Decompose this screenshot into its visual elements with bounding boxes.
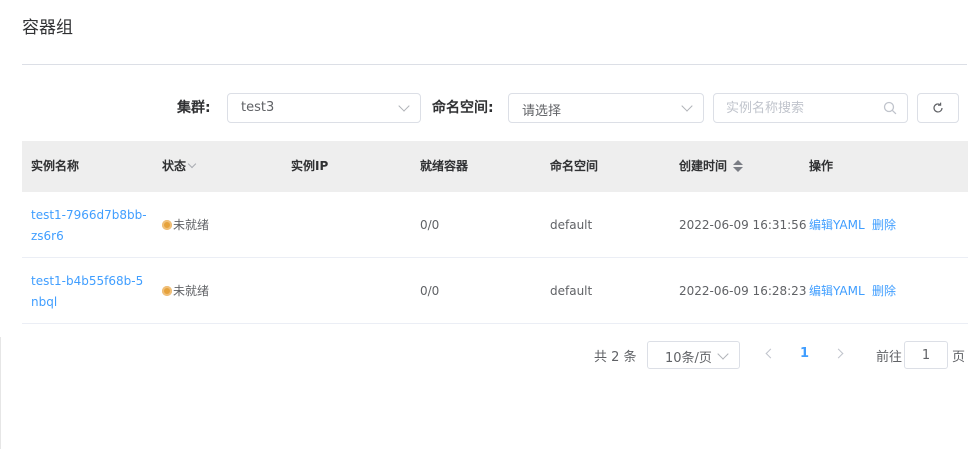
header-ready: 就绪容器 xyxy=(420,159,469,173)
created-cell: 2022-06-09 16:31:56 xyxy=(679,218,807,232)
goto-page-input[interactable] xyxy=(904,341,948,369)
search-icon[interactable] xyxy=(883,101,897,115)
table-header: 实例名称 状态 实例IP 就绪容器 命名空间 创建时间 操作 xyxy=(22,141,968,192)
left-edge-divider xyxy=(0,337,1,449)
title-divider xyxy=(22,64,967,65)
filter-caret-icon[interactable] xyxy=(187,159,197,169)
sort-icon[interactable] xyxy=(733,159,744,173)
ready-cell: 0/0 xyxy=(420,218,440,232)
cluster-label: 集群: xyxy=(177,100,211,116)
delete-link[interactable]: 删除 xyxy=(872,283,896,299)
header-created-label: 创建时间 xyxy=(679,159,728,173)
search-box[interactable] xyxy=(713,93,908,123)
status-cell: 未就绪 xyxy=(162,217,209,233)
ready-cell: 0/0 xyxy=(420,284,440,298)
warning-status-icon xyxy=(162,219,172,230)
page-size-value: 10条/页 xyxy=(665,351,712,366)
next-page-button[interactable] xyxy=(833,348,844,359)
table-row: test1-b4b55f68b-5nbql 未就绪 0/0 default 20… xyxy=(22,258,968,324)
status-cell: 未就绪 xyxy=(162,283,209,299)
header-status-label: 状态 xyxy=(162,159,187,173)
pod-list-page: 容器组 集群: test3 命名空间: 请选择 实例名称 状态 实例IP 就绪容… xyxy=(0,0,975,449)
header-actions: 操作 xyxy=(809,159,834,173)
namespace-cell: default xyxy=(550,218,593,232)
header-ip: 实例IP xyxy=(291,159,329,173)
goto-label: 前往 xyxy=(876,350,903,365)
search-input[interactable] xyxy=(726,99,876,117)
page-size-select[interactable]: 10条/页 xyxy=(647,341,740,369)
cluster-select[interactable]: test3 xyxy=(227,93,421,123)
header-namespace: 命名空间 xyxy=(550,159,599,173)
page-word-label: 页 xyxy=(952,350,966,365)
created-cell: 2022-06-09 16:28:23 xyxy=(679,284,807,298)
edit-yaml-link[interactable]: 编辑YAML xyxy=(809,217,865,233)
cluster-select-value: test3 xyxy=(241,100,275,115)
table-row: test1-7966d7b8bb-zs6r6 未就绪 0/0 default 2… xyxy=(22,192,968,258)
namespace-select[interactable]: 请选择 xyxy=(508,93,704,123)
current-page-number[interactable]: 1 xyxy=(800,346,809,361)
status-text: 未就绪 xyxy=(173,284,210,298)
page-title: 容器组 xyxy=(22,18,73,38)
namespace-label: 命名空间: xyxy=(432,100,494,116)
chevron-down-icon xyxy=(681,100,693,112)
delete-link[interactable]: 删除 xyxy=(872,217,896,233)
warning-status-icon xyxy=(162,285,172,296)
pagination-total: 共 2 条 xyxy=(594,350,637,365)
header-status[interactable]: 状态 xyxy=(162,158,197,174)
edit-yaml-link[interactable]: 编辑YAML xyxy=(809,283,865,299)
header-name: 实例名称 xyxy=(31,159,80,173)
chevron-down-icon xyxy=(398,100,410,112)
refresh-button[interactable] xyxy=(917,93,959,123)
pod-name-link[interactable]: test1-b4b55f68b-5nbql xyxy=(31,271,149,313)
refresh-icon xyxy=(933,102,943,113)
prev-page-button[interactable] xyxy=(765,348,776,359)
header-created[interactable]: 创建时间 xyxy=(679,158,744,174)
namespace-select-placeholder: 请选择 xyxy=(522,104,562,119)
namespace-cell: default xyxy=(550,284,593,298)
chevron-down-icon xyxy=(717,348,729,360)
status-text: 未就绪 xyxy=(173,218,210,232)
pod-name-link[interactable]: test1-7966d7b8bb-zs6r6 xyxy=(31,205,149,247)
